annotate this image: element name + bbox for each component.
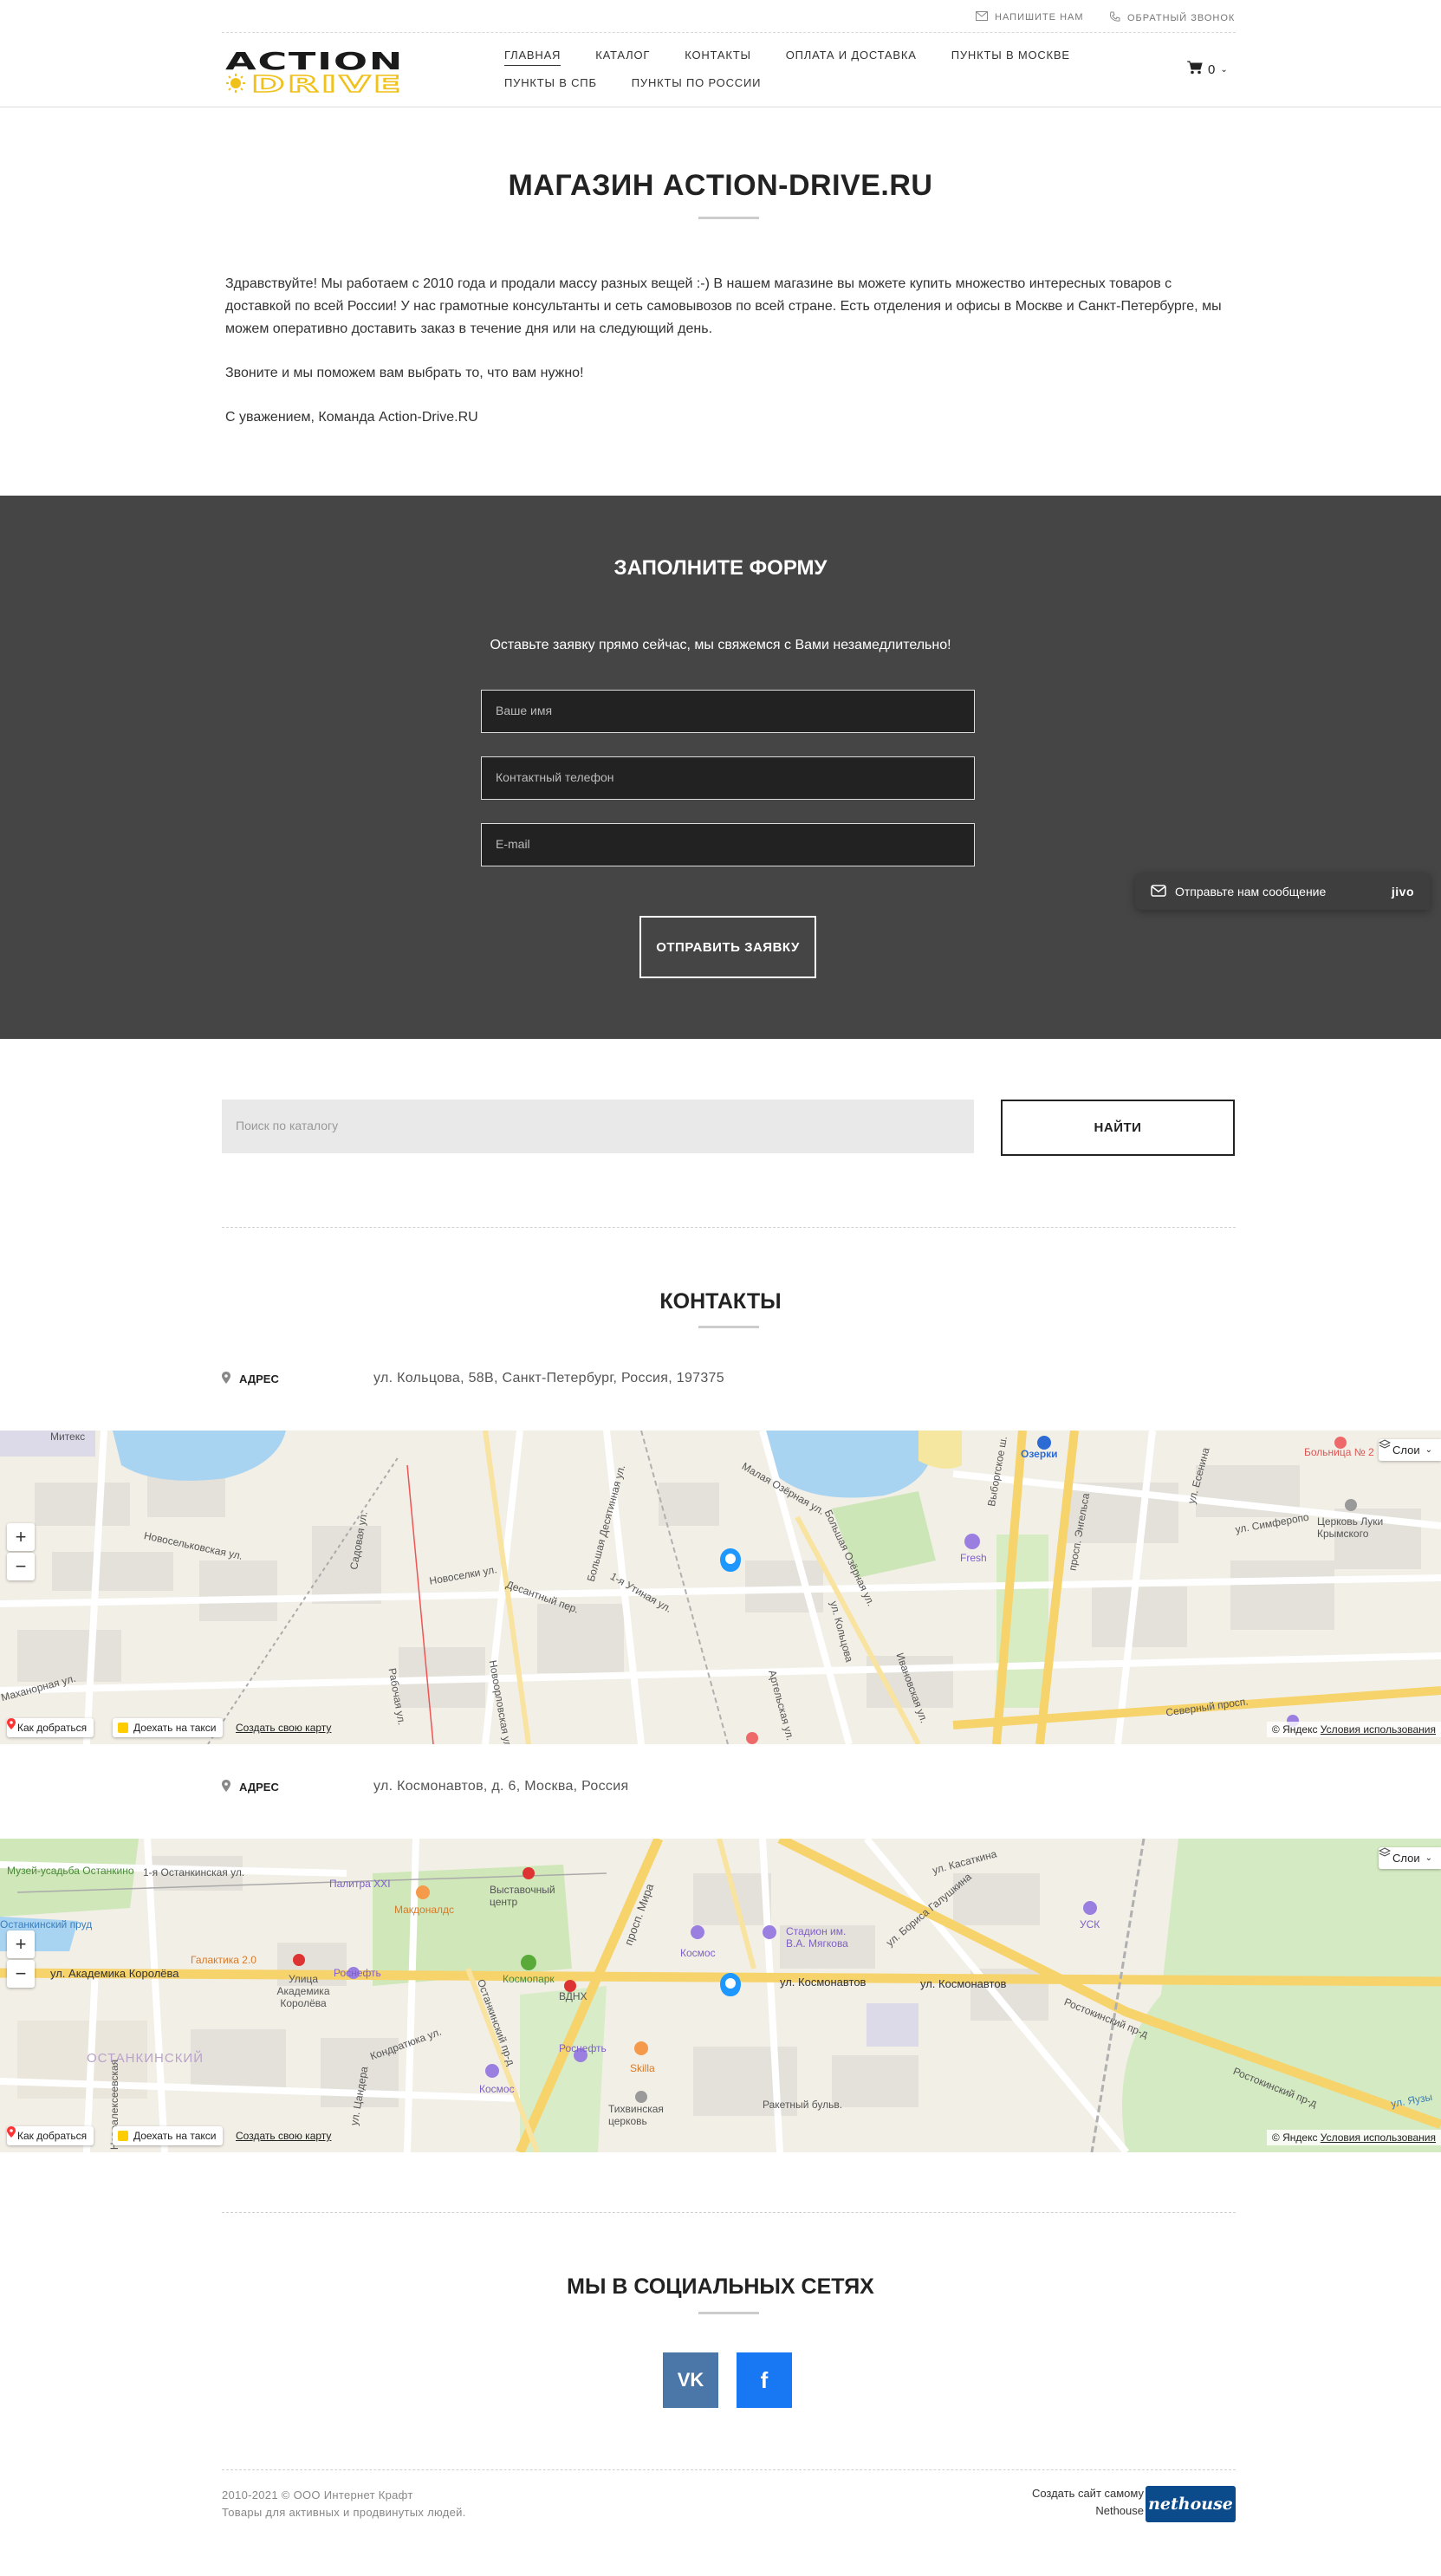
intro-paragraph: С уважением, Команда Action-Drive.RU — [225, 410, 478, 425]
title-divider — [698, 2312, 759, 2314]
nav-points-russia[interactable]: ПУНКТЫ ПО РОССИИ — [632, 76, 761, 93]
chevron-down-icon: ⌄ — [1220, 64, 1228, 75]
cart-button[interactable]: 0 ⌄ — [1187, 61, 1228, 78]
svg-text:DRIVE: DRIVE — [251, 72, 404, 94]
email-field[interactable]: E-mail — [481, 823, 975, 866]
envelope-icon — [976, 11, 988, 23]
nav-points-moscow[interactable]: ПУНКТЫ В МОСКВЕ — [951, 49, 1070, 66]
nav-contacts[interactable]: КОНТАКТЫ — [685, 49, 751, 66]
taxi-button[interactable]: Доехать на такси — [113, 1718, 224, 1737]
footer-tagline: Товары для активных и продвинутых людей. — [222, 2506, 466, 2519]
vk-icon: VK — [677, 2369, 704, 2391]
vk-link[interactable]: VK — [663, 2352, 718, 2408]
cart-icon — [1187, 61, 1203, 78]
address-label: АДРЕС — [239, 1780, 279, 1794]
chevron-down-icon: ⌄ — [1425, 1445, 1432, 1455]
yandex-copyright: © Яндекс — [1271, 2132, 1318, 2144]
address-value: ул. Космонавтов, д. 6, Москва, Россия — [373, 1779, 629, 1794]
map-moscow[interactable]: Музей-усадьба Останкино 1-я Останкинская… — [0, 1839, 1441, 2152]
footer-info: 2010-2021 © ООО Интернет Крафт Товары дл… — [222, 2487, 466, 2521]
cart-count: 0 — [1208, 62, 1216, 77]
contacts-title: КОНТАКТЫ — [659, 1289, 782, 1314]
create-map-link[interactable]: Создать свою карту — [236, 1722, 331, 1734]
callback-link[interactable]: ОБРАТНЫЙ ЗВОНОК — [1109, 11, 1235, 25]
submit-request-button[interactable]: ОТПРАВИТЬ ЗАЯВКУ — [639, 916, 816, 978]
address-row: АДРЕС ул. Кольцова, 58В, Санкт-Петербург… — [222, 1371, 1236, 1386]
social-title: МЫ В СОЦИАЛЬНЫХ СЕТЯХ — [567, 2274, 874, 2299]
map-layers-button[interactable]: Слои ⌄ — [1378, 1847, 1441, 1869]
taxi-button[interactable]: Доехать на такси — [113, 2126, 224, 2145]
title-divider — [698, 217, 759, 219]
facebook-icon: f — [760, 2366, 769, 2393]
form-title: ЗАПОЛНИТЕ ФОРМУ — [613, 556, 828, 580]
main-nav: ГЛАВНАЯ КАТАЛОГ КОНТАКТЫ ОПЛАТА И ДОСТАВ… — [504, 49, 1172, 93]
footer-copyright: 2010-2021 © ООО Интернет Крафт — [222, 2488, 413, 2501]
page-title: МАГАЗИН ACTION-DRIVE.RU — [508, 169, 933, 202]
map-layers-button[interactable]: Слои ⌄ — [1378, 1439, 1441, 1461]
nav-home[interactable]: ГЛАВНАЯ — [504, 49, 561, 66]
facebook-link[interactable]: f — [737, 2352, 792, 2408]
form-subtitle: Оставьте заявку прямо сейчас, мы свяжемс… — [490, 638, 951, 652]
title-divider — [698, 1326, 759, 1328]
map-marker-icon — [720, 1548, 741, 1572]
zoom-out-button[interactable]: − — [7, 1553, 35, 1580]
name-field[interactable]: Ваше имя — [481, 690, 975, 733]
jivo-logo: jivo — [1391, 885, 1414, 899]
location-pin-icon — [222, 1371, 230, 1386]
write-us-link[interactable]: НАПИШИТЕ НАМ — [976, 11, 1084, 23]
request-form-section: ЗАПОЛНИТЕ ФОРМУ Оставьте заявку прямо се… — [0, 496, 1441, 1039]
map-marker-icon — [720, 1973, 741, 1996]
address-label: АДРЕС — [239, 1372, 279, 1385]
phone-icon — [1109, 11, 1120, 25]
top-bar: НАПИШИТЕ НАМ ОБРАТНЫЙ ЗВОНОК — [222, 0, 1236, 33]
nav-points-spb[interactable]: ПУНКТЫ В СПБ — [504, 76, 597, 93]
divider — [222, 1227, 1236, 1228]
map-copyright: © Яндекс Условия использования — [1266, 2130, 1441, 2145]
chat-widget-text: Отправьте нам сообщение — [1175, 885, 1327, 899]
header: ACTION DRIVE ГЛАВНАЯ КАТАЛОГ КОНТАКТЫ ОП… — [0, 33, 1441, 107]
yandex-copyright: © Яндекс — [1271, 1723, 1318, 1736]
location-pin-icon — [222, 1779, 230, 1794]
phone-field[interactable]: Контактный телефон — [481, 756, 975, 800]
envelope-icon — [1151, 884, 1166, 899]
zoom-in-button[interactable]: + — [7, 1523, 35, 1551]
divider — [222, 2469, 1236, 2470]
map-copyright: © Яндекс Условия использования — [1266, 1722, 1441, 1737]
chat-widget[interactable]: Отправьте нам сообщение jivo — [1135, 873, 1430, 910]
address-value: ул. Кольцова, 58В, Санкт-Петербург, Росс… — [373, 1371, 724, 1385]
catalog-search-input[interactable]: Поиск по каталогу — [222, 1100, 974, 1153]
terms-link[interactable]: Условия использования — [1321, 2132, 1436, 2144]
route-button[interactable]: Как добраться — [7, 2126, 94, 2145]
create-site-link[interactable]: Создать сайт самому Nethouse — [996, 2485, 1144, 2520]
nav-catalog[interactable]: КАТАЛОГ — [595, 49, 650, 66]
address-row: АДРЕС ул. Космонавтов, д. 6, Москва, Рос… — [222, 1779, 1236, 1794]
nav-payment-delivery[interactable]: ОПЛАТА И ДОСТАВКА — [786, 49, 917, 66]
create-map-link[interactable]: Создать свою карту — [236, 2130, 331, 2142]
terms-link[interactable]: Условия использования — [1321, 1723, 1436, 1736]
sun-icon — [226, 74, 245, 93]
divider — [222, 2212, 1236, 2213]
taxi-icon — [118, 1723, 128, 1733]
chevron-down-icon: ⌄ — [1425, 1853, 1432, 1863]
intro-text: Здравствуйте! Мы работаем с 2010 года и … — [225, 273, 1222, 451]
site-logo[interactable]: ACTION DRIVE — [224, 47, 406, 99]
intro-paragraph: Здравствуйте! Мы работаем с 2010 года и … — [225, 276, 1222, 336]
search-button[interactable]: НАЙТИ — [1001, 1100, 1235, 1156]
route-button[interactable]: Как добраться — [7, 1718, 94, 1737]
zoom-out-button[interactable]: − — [7, 1960, 35, 1988]
intro-paragraph: Звоните и мы поможем вам выбрать то, что… — [225, 366, 584, 380]
nethouse-logo[interactable]: nethouse — [1146, 2486, 1236, 2522]
zoom-in-button[interactable]: + — [7, 1930, 35, 1958]
map-spb[interactable]: Митекс Новосельковская ул. Садовая ул. Н… — [0, 1431, 1441, 1744]
taxi-icon — [118, 2131, 128, 2141]
